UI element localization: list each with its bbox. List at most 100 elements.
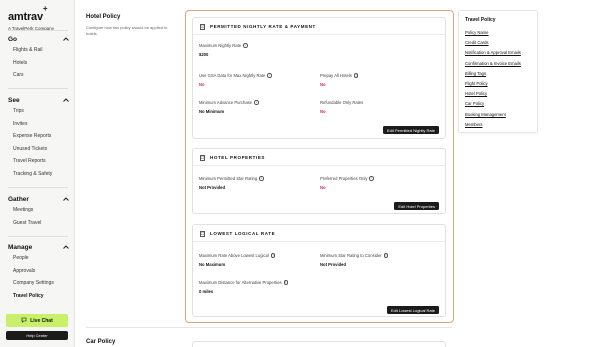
nav-section-title: Manage bbox=[8, 243, 33, 251]
toc-link-billing-tags[interactable]: Billing Tags bbox=[465, 69, 531, 79]
divider bbox=[86, 327, 452, 328]
sidebar-item-tracking-safety[interactable]: Tracking & Safety bbox=[8, 168, 70, 181]
divider bbox=[8, 187, 68, 188]
field-label: Maximum Rate Above Lowest Logical bbox=[199, 253, 269, 258]
refundable-field: Refundable Only Rates No bbox=[320, 100, 363, 114]
nav-section-gather: Gather Meetings Guest Travel bbox=[8, 194, 70, 229]
toc-link-hotel-policy[interactable]: Hotel Policy bbox=[465, 89, 531, 99]
sidebar-item-flights-rail[interactable]: Flights & Rail bbox=[8, 44, 70, 57]
nav-section-header[interactable]: Manage bbox=[8, 242, 70, 252]
live-chat-button[interactable]: Live Chat bbox=[6, 314, 68, 327]
hotel-properties-card: HOTEL PROPERTIES Minimum Permitted Star … bbox=[192, 148, 446, 214]
min-star-rating-field: Minimum Permitted Star Rating i Not Provi… bbox=[199, 176, 264, 190]
nav-section-header[interactable]: See bbox=[8, 95, 70, 105]
chevron-up-icon[interactable] bbox=[62, 96, 70, 104]
sidebar-item-travel-reports[interactable]: Travel Reports bbox=[8, 155, 70, 168]
max-distance-field: Maximum Distance for Alternative Propert… bbox=[199, 280, 289, 294]
lowest-logical-rate-card: LOWEST LOGICAL RATE Maximum Rate Above L… bbox=[192, 224, 446, 317]
nav-section-header[interactable]: Go bbox=[8, 34, 70, 44]
min-advance-field: Minimum Advance Purchase i No Minimum bbox=[199, 100, 259, 114]
edit-lowest-logical-rate-button[interactable]: Edit Lowest Logical Rate bbox=[386, 306, 439, 314]
nav-section-title: See bbox=[8, 96, 20, 104]
toc-link-booking-management[interactable]: Booking Management bbox=[465, 110, 531, 120]
nav-section-go: Go Flights & Rail Hotels Cars bbox=[8, 34, 70, 82]
preferred-properties-field: Preferred Properties Only i No bbox=[320, 176, 374, 190]
chevron-up-icon[interactable] bbox=[62, 35, 70, 43]
field-label: Prepay All Hotels bbox=[320, 73, 352, 78]
chat-bubble-icon bbox=[21, 317, 27, 325]
toc-link-notification-emails[interactable]: Notification & Approval Emails bbox=[465, 48, 531, 58]
toc-title: Travel Policy bbox=[465, 17, 496, 23]
field-value: 0 miles bbox=[199, 289, 214, 294]
info-icon[interactable]: i bbox=[267, 73, 272, 78]
sidebar-item-guest-travel[interactable]: Guest Travel bbox=[8, 217, 70, 230]
car-policy-card bbox=[192, 341, 446, 347]
field-value: No bbox=[320, 109, 326, 114]
field-label: Minimum Permitted Star Rating bbox=[199, 176, 258, 181]
hotel-policy-intro: Hotel Policy Configure how this policy s… bbox=[86, 14, 176, 36]
card-title: PERMITTED NIGHTLY RATE & PAYMENT bbox=[210, 23, 316, 29]
card-header: PERMITTED NIGHTLY RATE & PAYMENT bbox=[193, 18, 445, 35]
sidebar-item-trips[interactable]: Trips bbox=[8, 105, 70, 118]
logo-wordmark: amtrav bbox=[8, 11, 43, 23]
info-icon[interactable]: i bbox=[243, 43, 248, 48]
toc-link-confirmation-emails[interactable]: Confirmation & Invoice Emails bbox=[465, 59, 531, 69]
nav-section-header[interactable]: Gather bbox=[8, 194, 70, 204]
nav-section-see: See Trips Invites Expense Reports Unused… bbox=[8, 95, 70, 180]
edit-permitted-rate-button[interactable]: Edit Permitted Nightly Rate bbox=[382, 126, 439, 134]
card-title: HOTEL PROPERTIES bbox=[210, 154, 266, 160]
live-chat-label: Live Chat bbox=[30, 317, 53, 324]
max-rate-above-field: Maximum Rate Above Lowest Logical i No Ma… bbox=[199, 253, 276, 267]
chevron-up-icon[interactable] bbox=[62, 243, 70, 251]
sidebar-item-travel-policy[interactable]: Travel Policy bbox=[8, 290, 70, 303]
field-value: No Minimum bbox=[199, 109, 225, 114]
gsa-data-field: Use GSA Data for Max Nightly Rate i No bbox=[199, 73, 272, 87]
logo-plus: + bbox=[42, 4, 48, 13]
sidebar-item-hotels[interactable]: Hotels bbox=[8, 57, 70, 70]
toc-link-car-policy[interactable]: Car Policy bbox=[465, 99, 531, 109]
hotel-building-icon bbox=[200, 224, 205, 242]
sidebar-item-invites[interactable]: Invites bbox=[8, 118, 70, 131]
field-value: Not Provided bbox=[199, 185, 226, 190]
info-icon[interactable]: i bbox=[270, 253, 276, 258]
sidebar-item-cars[interactable]: Cars bbox=[8, 69, 70, 82]
toc-link-flight-policy[interactable]: Flight Policy bbox=[465, 79, 531, 89]
info-icon[interactable]: i bbox=[369, 176, 374, 181]
sidebar-item-expense-reports[interactable]: Expense Reports bbox=[8, 130, 70, 143]
max-nightly-rate-field: Maximum Nightly Rate i $200 bbox=[199, 43, 248, 57]
info-icon[interactable]: i bbox=[383, 253, 389, 258]
field-label: Refundable Only Rates bbox=[320, 100, 364, 105]
sidebar-item-unused-tickets[interactable]: Unused Tickets bbox=[8, 143, 70, 156]
nav-section-manage: Manage People Approvals Company Settings… bbox=[8, 242, 70, 302]
nav-section-title: Go bbox=[8, 35, 18, 43]
info-icon[interactable]: i bbox=[353, 73, 359, 78]
field-label: Use GSA Data for Max Nightly Rate bbox=[199, 73, 266, 78]
prepay-field: Prepay All Hotels i No bbox=[320, 73, 359, 87]
edit-hotel-properties-button[interactable]: Edit Hotel Properties bbox=[394, 202, 439, 210]
info-icon[interactable]: i bbox=[254, 100, 259, 105]
sidebar-item-approvals[interactable]: Approvals bbox=[8, 265, 70, 278]
help-center-button[interactable]: Help Center bbox=[6, 331, 68, 340]
divider bbox=[8, 30, 68, 31]
toc-link-members[interactable]: Members bbox=[465, 120, 531, 130]
card-header: HOTEL PROPERTIES bbox=[193, 149, 445, 166]
field-value: Not Provided bbox=[320, 262, 347, 267]
toc-link-credit-cards[interactable]: Credit Cards bbox=[465, 38, 531, 48]
sidebar-item-company-settings[interactable]: Company Settings bbox=[8, 277, 70, 290]
field-value: No bbox=[199, 82, 205, 87]
field-value: No Maximum bbox=[199, 262, 226, 267]
section-description: Configure how this policy should be appl… bbox=[86, 25, 168, 36]
section-title: Hotel Policy bbox=[86, 14, 121, 20]
sidebar-item-meetings[interactable]: Meetings bbox=[8, 204, 70, 217]
chevron-up-icon[interactable] bbox=[62, 195, 70, 203]
sidebar-item-people[interactable]: People bbox=[8, 252, 70, 265]
field-value: No bbox=[320, 185, 326, 190]
field-value: No bbox=[320, 82, 326, 87]
hotel-building-icon bbox=[200, 148, 205, 166]
info-icon[interactable]: i bbox=[259, 176, 264, 181]
toc-link-policy-name[interactable]: Policy Name bbox=[465, 28, 531, 38]
permitted-rate-card: PERMITTED NIGHTLY RATE & PAYMENT Maximum… bbox=[192, 17, 446, 139]
info-icon[interactable]: i bbox=[283, 280, 289, 285]
amtrav-logo[interactable]: amtrav+ A TravelPerk Company bbox=[8, 4, 54, 31]
field-label: Preferred Properties Only bbox=[320, 176, 368, 181]
